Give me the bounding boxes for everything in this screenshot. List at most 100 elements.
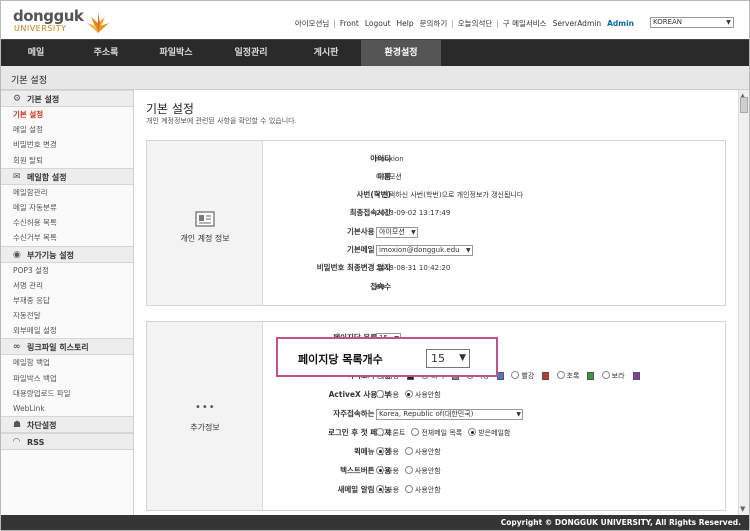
country-select[interactable]: Korea, Republic of(대한민국) ▼ [376, 408, 523, 420]
user-name-link[interactable]: 아이모션님 [295, 18, 330, 29]
footer: Copyright © DONGGUK UNIVERSITY, All Righ… [1, 515, 749, 530]
sidebar-item-allow-list[interactable]: 수신허용 목록 [1, 215, 133, 230]
sidebar-group-label: 메일함 설정 [27, 172, 67, 182]
option-label: 사용안함 [414, 486, 441, 494]
sidebar-item-external-mail[interactable]: 외부메일 설정 [1, 323, 133, 338]
menu-board[interactable]: 게시판 [291, 40, 361, 66]
option-label: 사용안함 [414, 448, 441, 456]
vertical-scrollbar[interactable]: ▲ ▼ [738, 90, 749, 515]
sidebar-group-label: 차단설정 [27, 421, 57, 431]
sidebar-group-basic[interactable]: ⚙ 기본 설정 [1, 90, 133, 107]
activex-use-radio[interactable] [376, 390, 384, 398]
default-name-select[interactable]: 아이모션 ▼ [376, 226, 418, 238]
sidebar-item-password[interactable]: 비밀번호 변경 [1, 137, 133, 152]
logout-link[interactable]: Logout [365, 19, 391, 28]
sidebar-item-mail-backup[interactable]: 메일함 백업 [1, 355, 133, 370]
first-page-all-mail-radio[interactable] [411, 428, 420, 436]
sidebar-item-away-reply[interactable]: 부재중 응답 [1, 293, 133, 308]
language-select[interactable]: KOREAN ▼ [650, 17, 734, 28]
callout-page-size-select[interactable]: 15 ▼ [426, 349, 470, 368]
first-page-front-radio[interactable] [376, 428, 384, 436]
textbutton-use-radio[interactable] [376, 466, 384, 474]
copyright-text: Copyright © DONGGUK UNIVERSITY, All Righ… [500, 518, 741, 527]
help-link[interactable]: Help [397, 19, 414, 28]
front-link[interactable]: Front [340, 19, 359, 28]
admin-link[interactable]: Admin [607, 19, 634, 28]
university-logo[interactable]: dongguk UNIVERSITY [13, 7, 109, 35]
menu-addressbook[interactable]: 주소록 [71, 40, 141, 66]
option-label: 사용 [386, 391, 399, 399]
menu-mail[interactable]: 메일 [1, 40, 71, 66]
scrollbar-thumb[interactable] [740, 97, 748, 113]
mailbox-icon: ✉ [13, 171, 21, 182]
alert-nouse-radio[interactable] [404, 485, 413, 493]
callout-label: 페이지당 목록개수 [298, 353, 383, 366]
color-swatch [587, 372, 595, 380]
option-label: 프론트 [386, 429, 406, 437]
id-card-icon [195, 211, 215, 227]
sidebar-item-forward[interactable]: 자동전달 [1, 308, 133, 323]
sidebar-item-mail-settings[interactable]: 메일 설정 [1, 122, 133, 137]
sidebar-group-mailbox[interactable]: ✉ 메일함 설정 [1, 167, 133, 185]
chevron-down-icon: ▼ [465, 246, 471, 254]
sidebar-item-withdraw[interactable]: 회원 탈퇴 [1, 153, 133, 168]
sidebar-group-block[interactable]: ☗ 차단설정 [1, 416, 133, 434]
sidebar-item-large-upload[interactable]: 대용량업로드 파일 [1, 386, 133, 401]
activex-nouse-radio[interactable] [404, 390, 413, 398]
option-label: 사용 [386, 486, 399, 494]
color-radio-red[interactable] [511, 371, 520, 379]
account-info-panel: 개인 계정 정보 아이디 imoxion 이름 아이모션 사번(학번) • 선택하신 … [146, 140, 726, 306]
sidebar-item-block-list[interactable]: 수신거부 목록 [1, 230, 133, 245]
menu-filebox[interactable]: 파일박스 [141, 40, 211, 66]
inquiry-link[interactable]: 문의하기 [420, 18, 448, 29]
default-email-select[interactable]: imoxion@dongguk.edu ▼ [376, 244, 473, 256]
default-email-value: imoxion@dongguk.edu [379, 245, 460, 254]
color-label: 빨강 [521, 372, 535, 380]
content-title: 기본 설정 [146, 102, 194, 116]
option-label: 사용안함 [414, 467, 441, 475]
today-link[interactable]: 오늘의석단 [458, 18, 493, 29]
sidebar-group-addon[interactable]: ◉ 부가기능 설정 [1, 245, 133, 263]
scroll-down-icon[interactable]: ▼ [740, 505, 745, 513]
top-navigation: 아이모션님 | Front Logout Help 문의하기 | 오늘의석단 | 구 … [294, 18, 634, 29]
color-radio-green[interactable] [556, 371, 565, 379]
alert-use-radio[interactable] [376, 485, 384, 493]
option-label: 전체메일 목록 [421, 429, 463, 437]
page-size-callout: 페이지당 목록개수 15 ▼ [276, 337, 498, 377]
quickmenu-nouse-radio[interactable] [404, 447, 413, 455]
color-label: 초록 [566, 372, 580, 380]
chevron-down-icon: ▼ [516, 410, 521, 418]
sidebar-item-basic-settings[interactable]: 기본 설정 [1, 107, 133, 122]
menu-settings[interactable]: 환경설정 [361, 40, 441, 66]
server-admin-link[interactable]: ServerAdmin [553, 19, 602, 28]
sidebar-group-label: 기본 설정 [27, 95, 60, 104]
row-default-email: 기본메일 주소 imoxion@dongguk.edu ▼ [263, 242, 723, 258]
sidebar-group-label: 링크파일 히스토리 [27, 343, 89, 353]
row-value: 아이모션 [376, 173, 402, 181]
sidebar-item-mailbox-manage[interactable]: 메일함관리 [1, 185, 133, 200]
textbutton-nouse-radio[interactable] [404, 466, 413, 474]
old-mail-link[interactable]: 구 메일서비스 [503, 18, 547, 29]
sidebar-group-link-history[interactable]: ∞ 링크파일 히스토리 [1, 338, 133, 356]
language-value: KOREAN [653, 18, 683, 26]
lotus-emblem-icon [87, 12, 109, 33]
sidebar-item-filebox-backup[interactable]: 파일박스 백업 [1, 371, 133, 386]
sidebar-item-pop3[interactable]: POP3 설정 [1, 263, 133, 278]
country-value: Korea, Republic of(대한민국) [379, 409, 474, 418]
row-value: 2013-08-31 10:42:20 [376, 264, 451, 272]
row-value: 69 [376, 283, 385, 291]
browser-window: dongguk UNIVERSITY 아이모션님 | Front Logout H… [0, 0, 750, 531]
sidebar-group-rss[interactable]: ◠ RSS [1, 433, 133, 451]
quickmenu-use-radio[interactable] [376, 447, 384, 455]
sidebar-item-signature[interactable]: 서명 관리 [1, 278, 133, 293]
color-swatch [542, 372, 550, 380]
option-label: 사용 [386, 467, 399, 475]
row-new-mail-alert: 새메일 알림 기능 사용 사용안함 [263, 482, 723, 498]
sidebar-item-weblink[interactable]: WebLink [1, 401, 133, 416]
row-password-changed: 비밀번호 최종변경 일자 2013-08-31 10:42:20 [263, 260, 723, 276]
color-radio-purple[interactable] [601, 371, 610, 379]
menu-schedule[interactable]: 일정관리 [211, 40, 291, 66]
sidebar-item-auto-sort[interactable]: 메일 자동분류 [1, 200, 133, 215]
row-employee-number: 사번(학번) • 선택하신 사번(학번)으로 개인정보가 갱신됩니다 [263, 187, 723, 203]
first-page-inbox-radio[interactable] [468, 428, 477, 436]
